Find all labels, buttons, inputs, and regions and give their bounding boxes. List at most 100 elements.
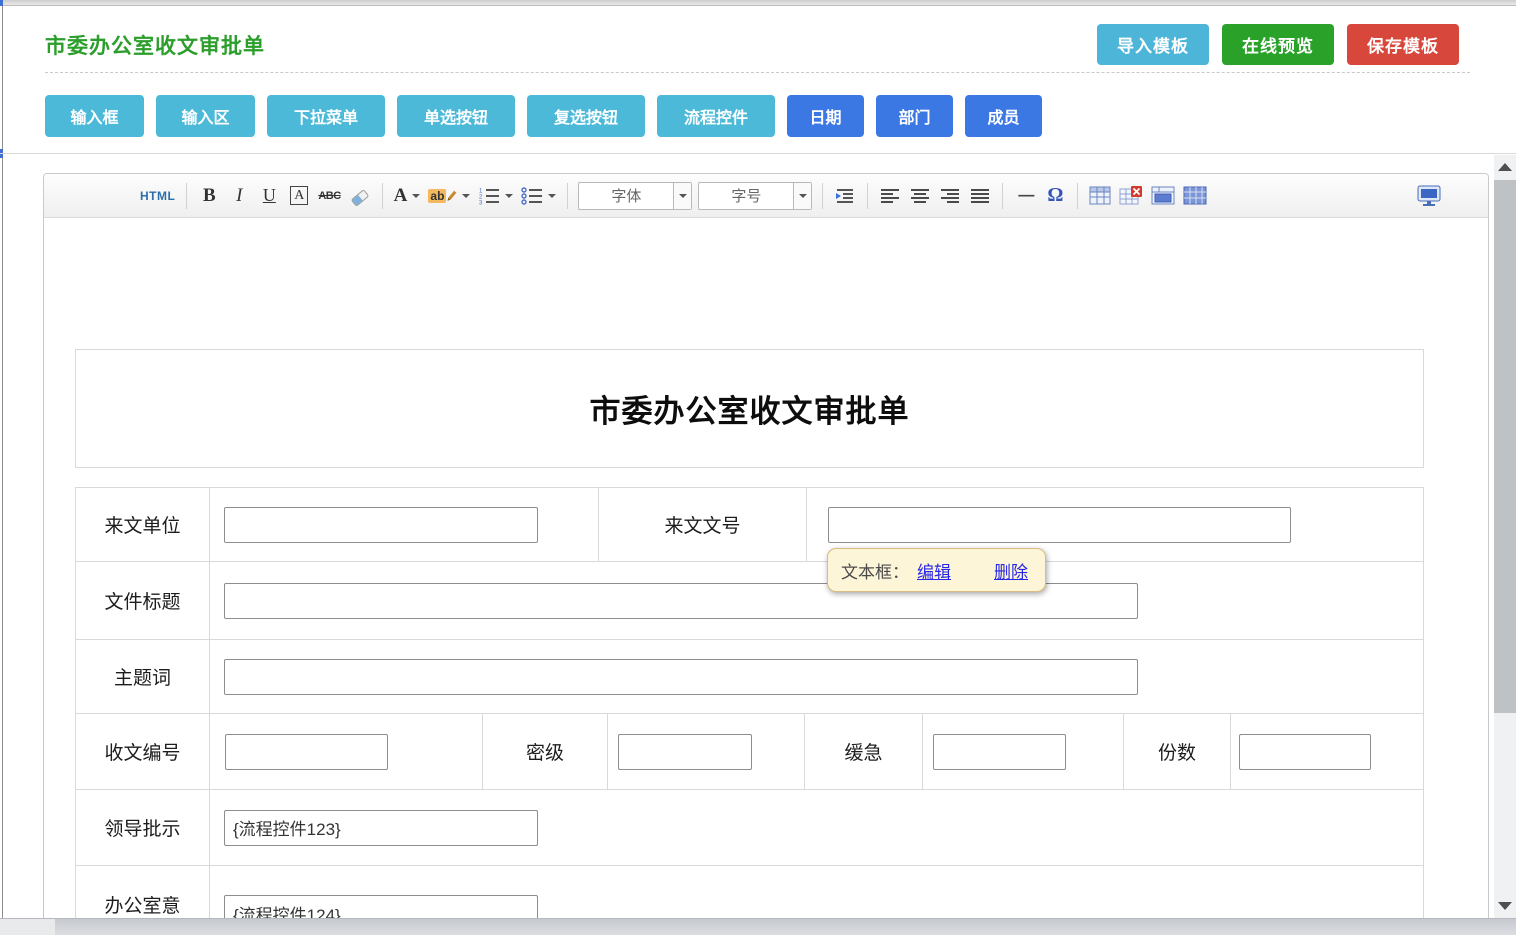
editor-toolbar: HTML B I U A ABC A ab — [44, 174, 1488, 218]
scroll-up-arrow-icon[interactable] — [1498, 163, 1512, 171]
tooltip-label: 文本框： — [841, 558, 909, 583]
left-edge-accent-top — [0, 0, 3, 6]
bold-icon[interactable]: B — [196, 182, 222, 210]
special-char-icon[interactable]: Ω — [1042, 182, 1068, 210]
font-family-select[interactable]: 字体 — [578, 182, 692, 210]
source-unit-input[interactable] — [224, 507, 538, 543]
pencil-icon — [446, 189, 457, 203]
table-row: 文件标题 — [76, 562, 1423, 640]
vertical-scrollbar[interactable] — [1494, 155, 1516, 918]
chevron-down-icon — [799, 194, 807, 198]
office-opinion-input[interactable] — [224, 895, 538, 920]
office-opinion-label: 办公室意 — [76, 866, 210, 920]
rich-text-editor: HTML B I U A ABC A ab — [43, 173, 1489, 920]
chevron-down-icon — [679, 194, 687, 198]
svg-text:3: 3 — [479, 200, 483, 205]
table-row: 收文编号 密级 缓急 份数 — [76, 714, 1423, 790]
keywords-label: 主题词 — [76, 640, 210, 713]
horizontal-rule-icon[interactable]: — — [1012, 182, 1038, 210]
window-left-edge — [2, 0, 3, 935]
table-row: 办公室意 — [76, 866, 1423, 920]
underline-icon[interactable]: U — [256, 182, 282, 210]
bottom-edge-strip-left — [0, 919, 55, 935]
urgency-input[interactable] — [933, 734, 1066, 770]
delete-link[interactable]: 删除 — [994, 558, 1028, 583]
toolbar-separator — [822, 183, 823, 209]
merge-cells-icon[interactable] — [1149, 182, 1177, 210]
add-member-button[interactable]: 成员 — [965, 95, 1042, 137]
table-row: 主题词 — [76, 640, 1423, 714]
italic-icon[interactable]: I — [226, 182, 252, 210]
split-cells-icon[interactable] — [1181, 182, 1209, 210]
add-input-box-button[interactable]: 输入框 — [45, 95, 144, 137]
html-source-icon[interactable]: HTML — [138, 182, 177, 210]
editor-canvas[interactable]: 市委办公室收文审批单 来文单位 来文文号 文件标题 — [44, 218, 1488, 919]
toolbar-separator — [867, 183, 868, 209]
add-department-button[interactable]: 部门 — [876, 95, 953, 137]
toolbar-separator — [1002, 183, 1003, 209]
toolbar-separator — [186, 183, 187, 209]
copies-label: 份数 — [1124, 714, 1231, 789]
import-template-button[interactable]: 导入模板 — [1097, 24, 1209, 65]
align-center-icon[interactable] — [907, 182, 933, 210]
bottom-edge-strip — [0, 918, 1516, 935]
doc-title-label: 文件标题 — [76, 562, 210, 639]
control-palette: 输入框 输入区 下拉菜单 单选按钮 复选按钮 流程控件 日期 部门 成员 — [45, 95, 1042, 137]
add-textarea-button[interactable]: 输入区 — [156, 95, 255, 137]
chevron-down-icon — [548, 194, 556, 198]
chevron-down-icon — [412, 194, 420, 198]
browser-top-edge — [0, 0, 1516, 6]
keywords-input[interactable] — [224, 659, 1138, 695]
align-left-icon[interactable] — [877, 182, 903, 210]
toolbar-separator — [567, 183, 568, 209]
ordered-list-icon[interactable]: 1 2 3 — [476, 182, 515, 210]
leader-comment-label: 领导批示 — [76, 790, 210, 865]
font-style-box-icon[interactable]: A — [290, 186, 308, 205]
secrecy-label: 密级 — [483, 714, 608, 789]
font-size-select[interactable]: 字号 — [698, 182, 812, 210]
form-title-row: 市委办公室收文审批单 — [75, 349, 1424, 468]
align-justify-icon[interactable] — [967, 182, 993, 210]
table-row: 来文单位 来文文号 — [76, 488, 1423, 562]
save-template-button[interactable]: 保存模板 — [1347, 24, 1459, 65]
form-title: 市委办公室收文审批单 — [590, 386, 910, 431]
copies-input[interactable] — [1239, 734, 1371, 770]
doc-number-label: 来文文号 — [599, 488, 807, 561]
indent-icon[interactable] — [832, 182, 858, 210]
source-unit-label: 来文单位 — [76, 488, 210, 561]
toolbar-separator — [382, 183, 383, 209]
delete-table-icon[interactable] — [1117, 182, 1145, 210]
textbox-control-tooltip: 文本框： 编辑 删除 — [827, 548, 1046, 592]
fullscreen-icon[interactable] — [1414, 182, 1444, 210]
add-date-button[interactable]: 日期 — [787, 95, 864, 137]
add-flow-control-button[interactable]: 流程控件 — [657, 95, 775, 137]
approval-form-table: 来文单位 来文文号 文件标题 主题词 — [75, 487, 1424, 920]
strikethrough-icon[interactable]: ABC — [316, 182, 342, 210]
insert-table-icon[interactable] — [1087, 182, 1113, 210]
align-right-icon[interactable] — [937, 182, 963, 210]
doc-number-input[interactable] — [828, 507, 1291, 543]
online-preview-button[interactable]: 在线预览 — [1222, 24, 1334, 65]
add-radio-button[interactable]: 单选按钮 — [397, 95, 515, 137]
secrecy-input[interactable] — [618, 734, 752, 770]
edit-link[interactable]: 编辑 — [917, 558, 951, 583]
scroll-down-arrow-icon[interactable] — [1498, 902, 1512, 910]
receipt-number-input[interactable] — [225, 734, 388, 770]
add-checkbox-button[interactable]: 复选按钮 — [527, 95, 645, 137]
font-color-icon[interactable]: A — [392, 182, 423, 210]
header-divider — [0, 153, 1516, 154]
toolbar-separator — [1077, 183, 1078, 209]
page-title: 市委办公室收文审批单 — [45, 30, 265, 60]
urgency-label: 缓急 — [805, 714, 923, 789]
chevron-down-icon — [505, 194, 513, 198]
eraser-icon[interactable] — [347, 182, 373, 210]
highlight-color-icon[interactable]: ab — [426, 182, 472, 210]
leader-comment-input[interactable] — [224, 810, 538, 846]
dashed-divider — [45, 72, 1470, 73]
chevron-down-icon — [462, 194, 470, 198]
template-action-bar: 导入模板 在线预览 保存模板 — [1097, 24, 1459, 65]
unordered-list-icon[interactable] — [519, 182, 558, 210]
table-row: 领导批示 — [76, 790, 1423, 866]
scrollbar-thumb[interactable] — [1494, 180, 1516, 713]
add-dropdown-button[interactable]: 下拉菜单 — [267, 95, 385, 137]
